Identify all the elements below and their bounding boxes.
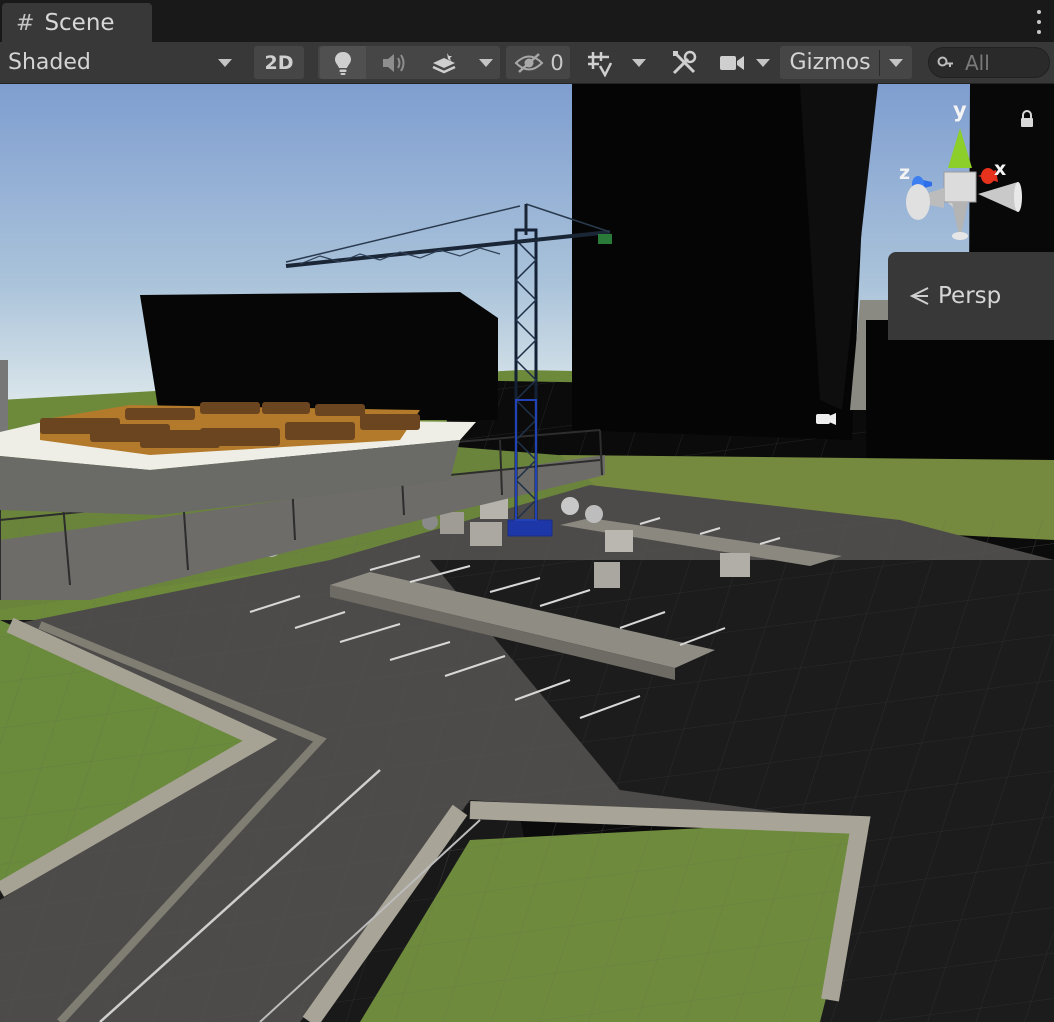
effects-toggle[interactable] [420, 42, 468, 83]
lightbulb-icon [335, 51, 351, 75]
effects-dropdown[interactable] [472, 42, 500, 83]
chevron-down-icon [889, 58, 903, 67]
axis-x-label: x [994, 158, 1007, 180]
toggle-2d-button[interactable]: 2D [254, 46, 304, 79]
gizmos-toggle[interactable]: Gizmos [782, 42, 878, 83]
grid-dropdown[interactable] [624, 42, 654, 83]
scene-toolbar: Shaded 2D 0 Gizmos All [0, 42, 1054, 84]
draw-mode-dropdown[interactable]: Shaded [0, 42, 242, 83]
axis-z-label: z [899, 162, 911, 184]
scene-visibility-toggle[interactable]: 0 [508, 42, 570, 83]
chevron-down-icon [218, 58, 232, 67]
hidden-objects-count: 0 [550, 50, 564, 75]
hierarchy-search-field[interactable]: All [928, 47, 1050, 78]
gizmos-label: Gizmos [789, 50, 871, 75]
grid-hash-icon: # [16, 10, 35, 36]
scene-camera-icon [816, 413, 836, 425]
speaker-icon [383, 53, 405, 72]
projection-label: Persp [938, 283, 1002, 309]
tab-scene[interactable]: # Scene [2, 3, 152, 43]
perspective-chevron-icon [909, 287, 929, 305]
video-camera-icon [720, 55, 744, 70]
tab-scene-label: Scene [44, 10, 115, 36]
more-options-icon[interactable] [1036, 10, 1042, 34]
toolbar-divider [879, 50, 880, 76]
chevron-down-icon [479, 58, 493, 67]
axis-y-label: y [953, 98, 967, 122]
tools-toggle[interactable] [662, 42, 706, 83]
scene-viewport[interactable]: y z x [0, 84, 1054, 1022]
effects-layers-icon [432, 52, 456, 73]
scene-render [0, 84, 1054, 1022]
eye-hidden-icon [514, 52, 544, 73]
tools-wrench-icon [672, 50, 697, 74]
camera-dropdown[interactable] [750, 42, 776, 83]
draw-mode-label: Shaded [8, 50, 91, 75]
search-placeholder: All [965, 50, 990, 75]
chevron-down-icon [632, 58, 646, 67]
audio-toggle[interactable] [370, 42, 418, 83]
search-icon [937, 56, 953, 67]
lighting-toggle[interactable] [320, 46, 366, 79]
grid-toggle[interactable] [578, 42, 620, 83]
tab-bar: # Scene [0, 0, 1054, 43]
grid-snap-icon [588, 51, 613, 77]
projection-toggle[interactable]: Persp [888, 252, 1054, 340]
camera-settings-button[interactable] [712, 42, 752, 83]
dark-building [140, 292, 498, 420]
chevron-down-icon [756, 58, 770, 67]
gizmos-dropdown[interactable] [882, 42, 910, 83]
lock-icon[interactable] [1019, 110, 1035, 128]
